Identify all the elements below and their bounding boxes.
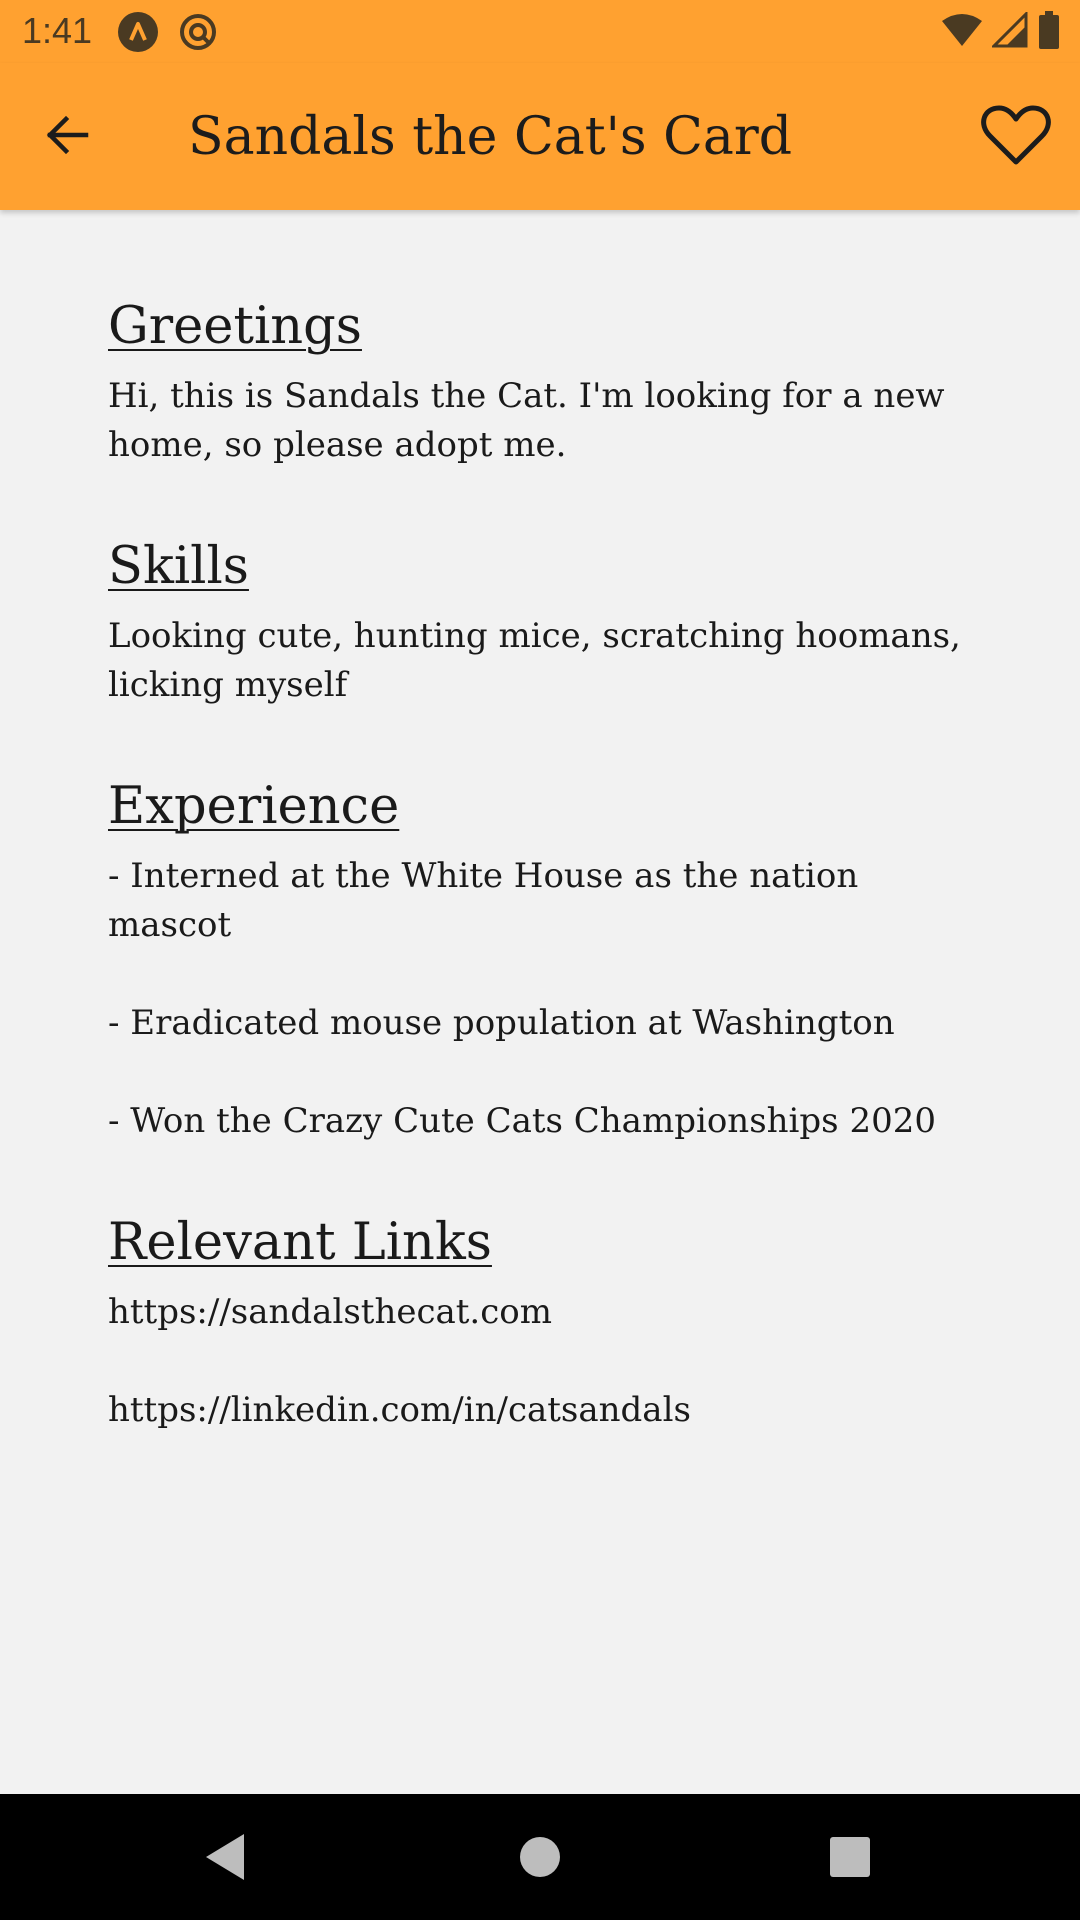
links-heading: Relevant Links (108, 1213, 492, 1272)
favorite-button[interactable] (974, 95, 1058, 179)
skills-text: Looking cute, hunting mice, scratching h… (108, 616, 961, 705)
skills-heading: Skills (108, 537, 249, 596)
system-nav-bar (0, 1794, 1080, 1920)
status-time: 1:41 (22, 10, 93, 51)
page-title: Sandals the Cat's Card (188, 107, 793, 167)
cell-signal-icon (990, 9, 1028, 53)
link-item[interactable]: https://sandalsthecat.com (108, 1288, 988, 1337)
battery-icon (1038, 10, 1060, 54)
wifi-icon (942, 13, 982, 52)
link-item[interactable]: https://linkedin.com/in/catsandals (108, 1386, 988, 1435)
notification-sync-icon (178, 12, 218, 52)
experience-item: - Eradicated mouse population at Washing… (108, 1003, 895, 1043)
greetings-section: Greetings Hi, this is Sandals the Cat. I… (108, 290, 988, 470)
nav-recents-button[interactable] (817, 1824, 883, 1890)
experience-item: - Won the Crazy Cute Cats Championships … (108, 1101, 936, 1141)
experience-heading: Experience (108, 777, 400, 836)
card-content: Greetings Hi, this is Sandals the Cat. I… (108, 290, 988, 1495)
nav-home-button[interactable] (507, 1824, 573, 1890)
circle-home-icon (507, 1837, 573, 1894)
status-bar: 1:41 (0, 0, 1080, 63)
experience-list: - Interned at the White House as the nat… (108, 852, 988, 1146)
greetings-heading: Greetings (108, 297, 362, 356)
status-indicators (942, 9, 1060, 54)
greetings-text: Hi, this is Sandals the Cat. I'm looking… (108, 376, 945, 465)
back-button[interactable] (28, 101, 108, 173)
square-recents-icon (817, 1837, 883, 1894)
links-list: https://sandalsthecat.com https://linked… (108, 1288, 988, 1435)
app-bar: Sandals the Cat's Card (0, 63, 1080, 210)
nav-back-button[interactable] (192, 1824, 258, 1890)
skills-section: Skills Looking cute, hunting mice, scrat… (108, 530, 988, 710)
links-section: Relevant Links https://sandalsthecat.com… (108, 1206, 988, 1435)
heart-outline-icon (980, 104, 1052, 171)
arrow-back-icon (44, 111, 92, 164)
experience-item: - Interned at the White House as the nat… (108, 856, 859, 945)
triangle-back-icon (192, 1834, 258, 1894)
notification-app-icon (118, 12, 158, 52)
experience-section: Experience - Interned at the White House… (108, 770, 988, 1146)
